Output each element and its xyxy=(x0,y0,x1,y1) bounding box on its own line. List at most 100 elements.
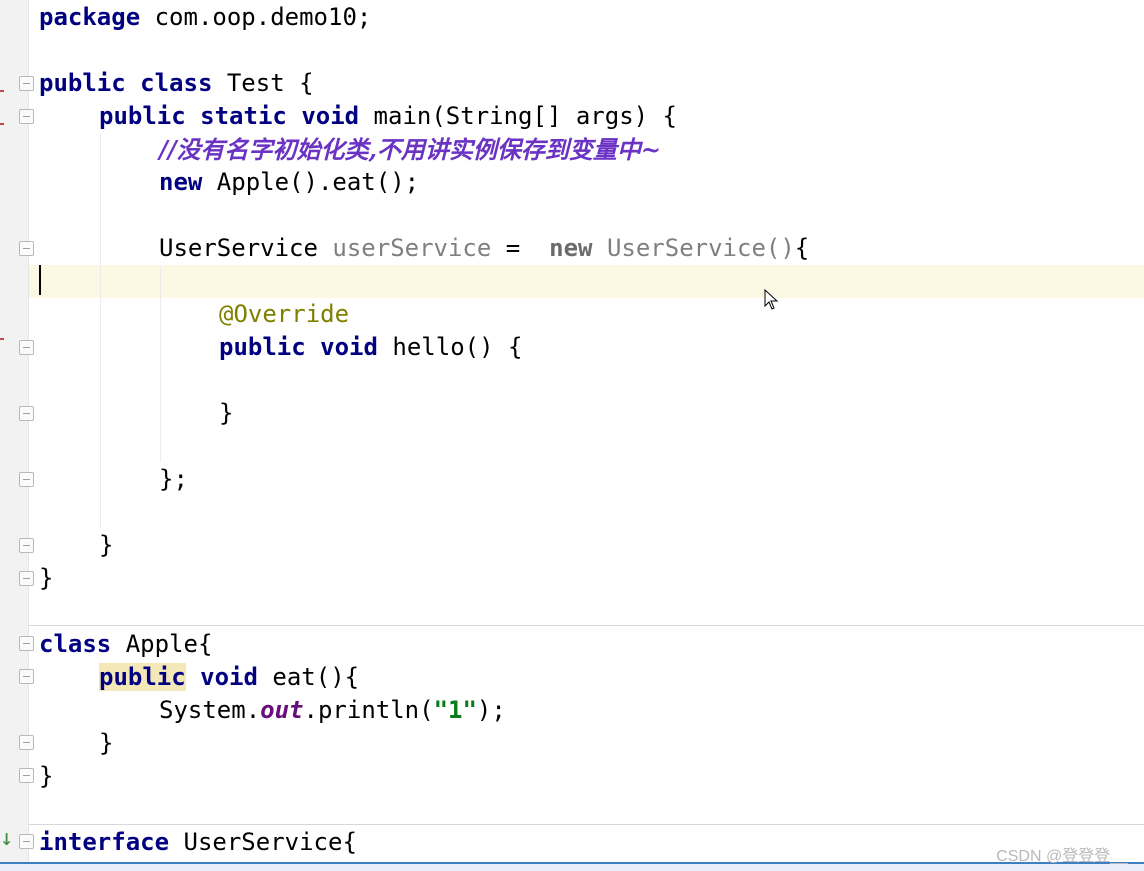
code-line-text: public void eat(){ xyxy=(99,661,359,694)
code-token: UserService xyxy=(159,234,333,262)
text-caret xyxy=(39,265,41,295)
code-token: } xyxy=(99,531,114,559)
code-line[interactable]: //没有名字初始化类,不用讲实例保存到变量中~ xyxy=(29,133,1144,166)
gutter-mark xyxy=(0,338,4,340)
code-line-text: } xyxy=(39,760,53,793)
code-token: void xyxy=(200,663,258,691)
code-token: .println( xyxy=(303,696,434,724)
code-line[interactable]: } xyxy=(29,562,1144,595)
fold-marker-icon[interactable] xyxy=(19,406,34,421)
fold-marker-icon[interactable] xyxy=(19,241,34,256)
code-token: //没有名字初始化类,不用讲实例保存到变量中~ xyxy=(159,135,661,164)
code-line[interactable]: public class Test { xyxy=(29,67,1144,100)
fold-marker-icon[interactable] xyxy=(19,76,34,91)
code-line-text: class Apple{ xyxy=(39,628,212,661)
code-line[interactable]: } xyxy=(29,397,1144,430)
code-line-text: new Apple().eat(); xyxy=(159,166,419,199)
implemented-down-arrow-icon[interactable]: ↓ xyxy=(0,826,14,852)
code-editor[interactable]: package com.oop.demo10; public class Test… xyxy=(0,0,1144,871)
code-token: = xyxy=(491,234,550,262)
fold-marker-icon[interactable] xyxy=(19,571,34,586)
method-separator xyxy=(29,625,1144,626)
fold-marker-icon[interactable] xyxy=(19,340,34,355)
gutter-mark xyxy=(0,90,4,92)
code-token: System. xyxy=(159,696,261,724)
code-line-text: } xyxy=(219,397,233,430)
fold-marker-icon[interactable] xyxy=(19,735,34,750)
code-token: com.oop.demo10; xyxy=(140,3,372,31)
code-token: out xyxy=(260,696,304,724)
code-line-text: }; xyxy=(159,463,188,496)
code-line[interactable]: } xyxy=(29,529,1144,562)
code-line-text: interface UserService{ xyxy=(39,826,357,859)
code-token: new xyxy=(159,168,203,196)
code-line[interactable]: UserService userService = new UserServic… xyxy=(29,232,1144,265)
code-line-text: } xyxy=(99,529,113,562)
code-token: public xyxy=(99,663,186,691)
code-token: Test { xyxy=(212,69,314,97)
fold-marker-icon[interactable] xyxy=(19,472,34,487)
method-separator xyxy=(29,824,1144,825)
code-token: UserService{ xyxy=(169,828,357,856)
code-line[interactable]: class Apple{ xyxy=(29,628,1144,661)
indent-guide xyxy=(160,266,161,462)
current-code-line[interactable] xyxy=(29,265,1144,298)
code-token: public xyxy=(39,69,126,97)
code-line[interactable]: new Apple().eat(); xyxy=(29,166,1144,199)
code-line[interactable]: System.out.println("1"); xyxy=(29,694,1144,727)
code-token: ); xyxy=(476,696,506,724)
code-token: hello() { xyxy=(377,333,523,361)
code-line[interactable]: @Override xyxy=(29,298,1144,331)
code-line[interactable]: }; xyxy=(29,463,1144,496)
code-line[interactable]: public void hello() { xyxy=(29,331,1144,364)
watermark: CSDN @登登登__ xyxy=(996,848,1128,865)
code-token: "1" xyxy=(433,696,477,724)
code-token: public xyxy=(99,102,186,130)
code-token: Apple().eat(); xyxy=(202,168,420,196)
code-line-text: @Override xyxy=(219,298,349,331)
code-line-text: UserService userService = new UserServic… xyxy=(159,232,809,265)
code-line-text: public static void main(String[] args) { xyxy=(99,100,677,133)
fold-marker-icon[interactable] xyxy=(19,834,34,849)
code-line[interactable]: } xyxy=(29,727,1144,760)
code-token: { xyxy=(794,234,810,262)
fold-marker-icon[interactable] xyxy=(19,669,34,684)
code-token: } xyxy=(99,729,114,757)
code-token: } xyxy=(39,564,54,592)
code-line[interactable]: public void eat(){ xyxy=(29,661,1144,694)
code-token: eat(){ xyxy=(257,663,360,691)
code-token: } xyxy=(39,762,54,790)
code-line[interactable]: interface UserService{ xyxy=(29,826,1144,859)
code-line-text: package com.oop.demo10; xyxy=(39,1,371,34)
code-token: class xyxy=(140,69,213,97)
code-token: void xyxy=(320,333,378,361)
code-token: package xyxy=(39,3,141,31)
code-token: Apple{ xyxy=(111,630,213,658)
code-token: UserService() xyxy=(606,234,795,262)
code-line-text: } xyxy=(39,562,53,595)
fold-marker-icon[interactable] xyxy=(19,109,34,124)
code-token: } xyxy=(219,399,234,427)
code-line[interactable]: package com.oop.demo10; xyxy=(29,1,1144,34)
code-line-text: //没有名字初始化类,不用讲实例保存到变量中~ xyxy=(159,133,661,167)
fold-marker-icon[interactable] xyxy=(19,636,34,651)
code-line-text: public void hello() { xyxy=(219,331,522,364)
code-line[interactable]: } xyxy=(29,760,1144,793)
code-line[interactable]: public static void main(String[] args) { xyxy=(29,100,1144,133)
gutter-mark xyxy=(0,123,4,125)
code-token: static xyxy=(200,102,287,130)
code-token: void xyxy=(301,102,360,130)
indent-guide xyxy=(100,133,101,529)
code-line-text: System.out.println("1"); xyxy=(159,694,506,727)
code-token: interface xyxy=(39,828,170,856)
fold-marker-icon[interactable] xyxy=(19,538,34,553)
editor-gutter[interactable] xyxy=(0,0,29,862)
fold-marker-icon[interactable] xyxy=(19,768,34,783)
code-area[interactable]: package com.oop.demo10; public class Test… xyxy=(29,0,1144,862)
code-token: class xyxy=(39,630,112,658)
